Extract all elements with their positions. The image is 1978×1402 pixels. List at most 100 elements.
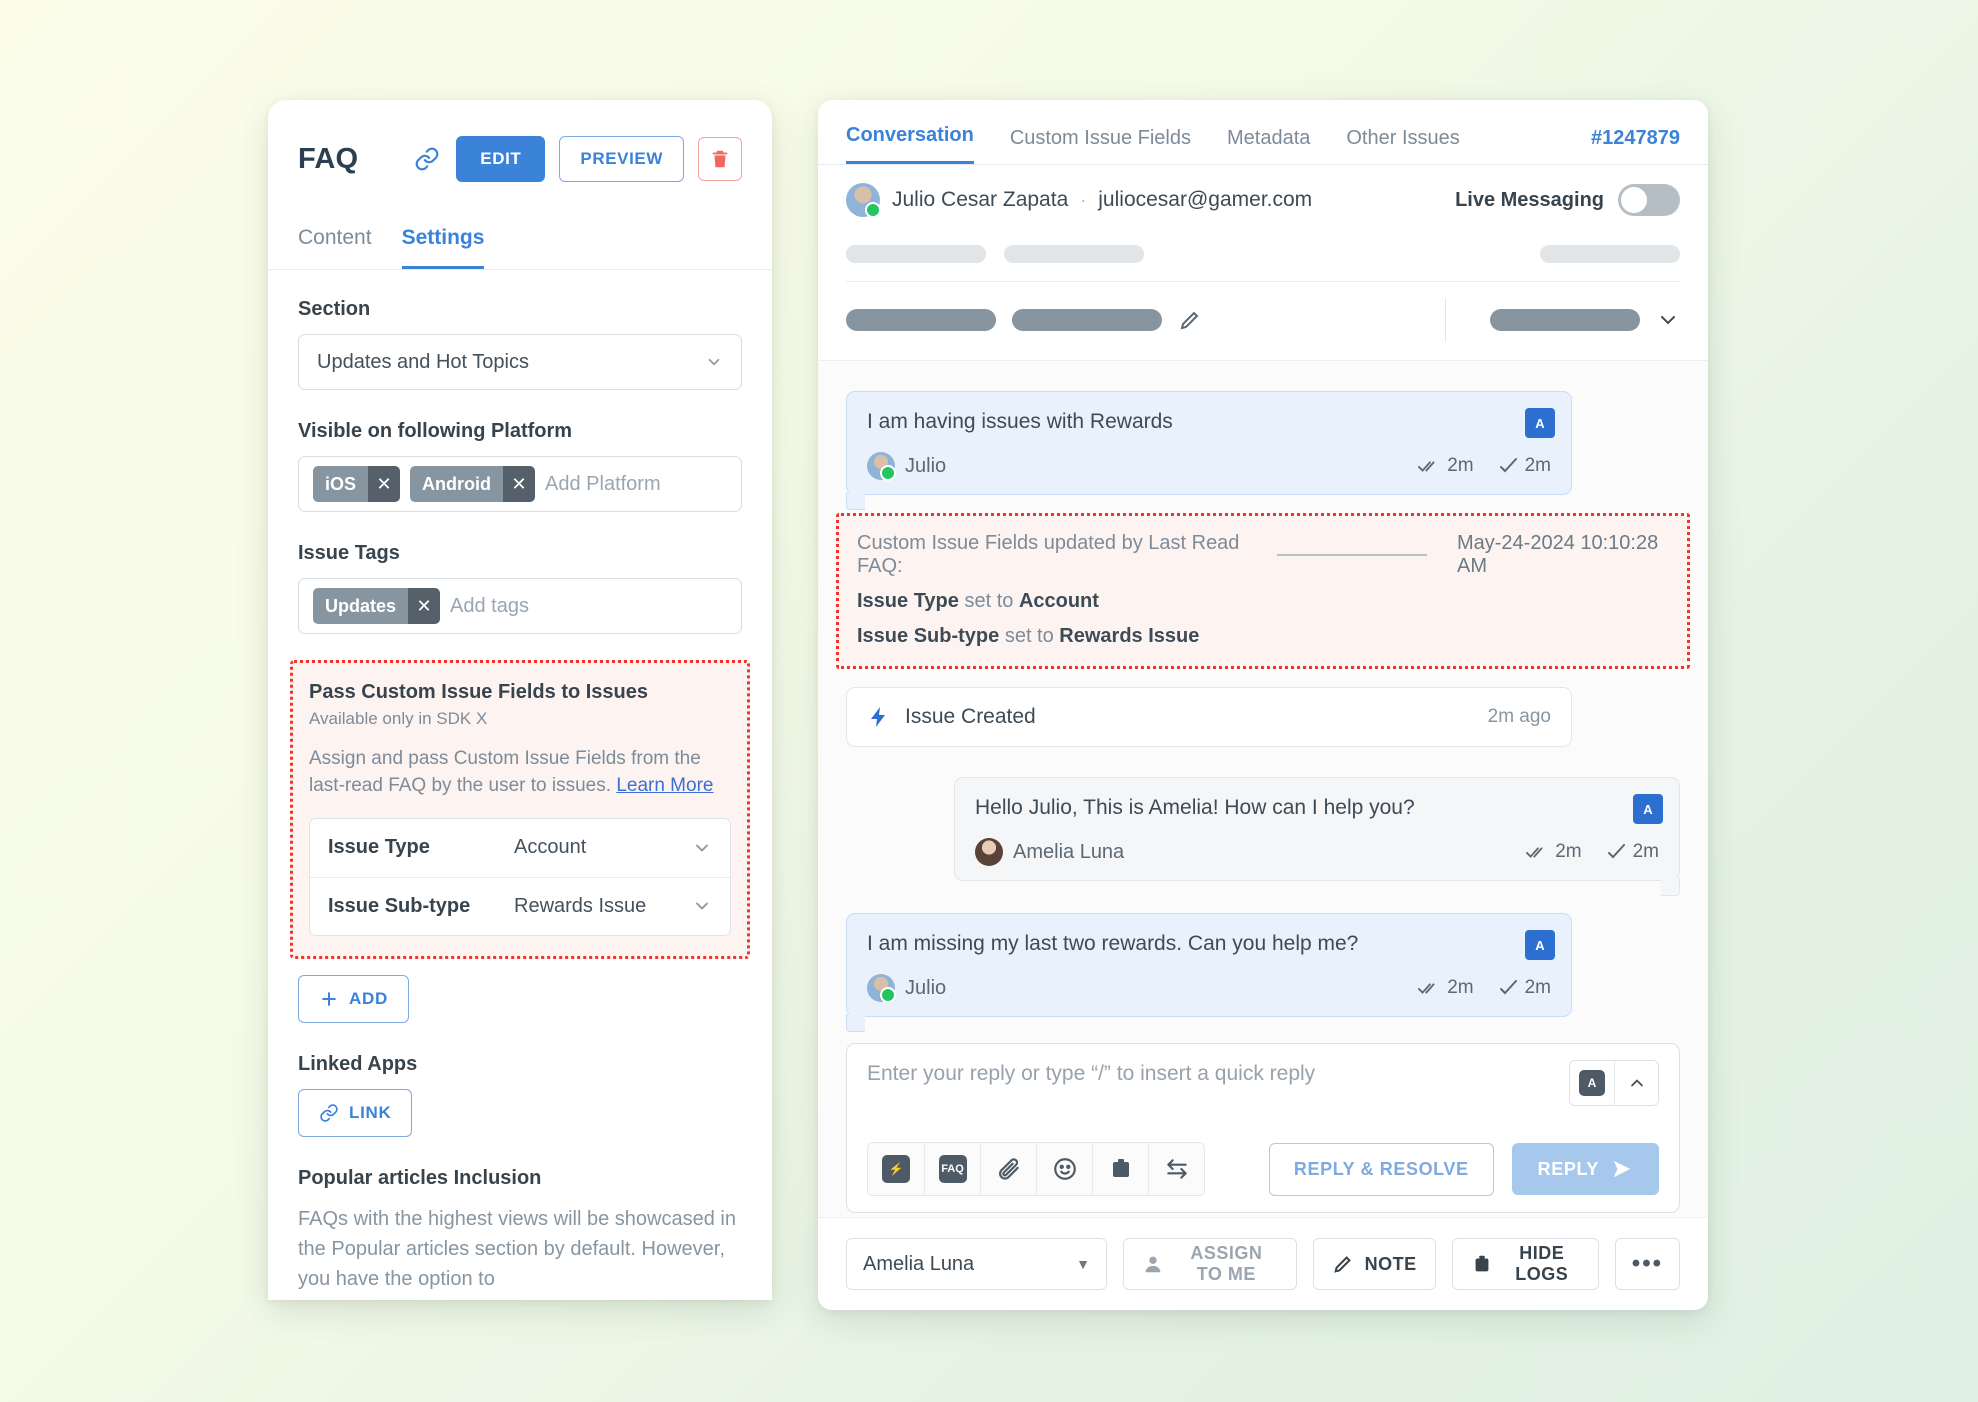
- translate-icon[interactable]: A: [1633, 794, 1663, 824]
- read-time: 2m: [1525, 455, 1551, 477]
- chip-label: iOS: [313, 466, 368, 502]
- live-messaging-label: Live Messaging: [1455, 189, 1604, 212]
- plus-icon: [319, 989, 339, 1009]
- canned-response-icon[interactable]: [1092, 1143, 1148, 1195]
- translate-icon[interactable]: A: [1525, 408, 1555, 438]
- quick-reply-icon[interactable]: ⚡: [868, 1143, 924, 1195]
- tab-other-issues[interactable]: Other Issues: [1346, 127, 1459, 164]
- chip-label: Updates: [313, 588, 408, 624]
- skeleton-bar: [1490, 309, 1640, 331]
- faq-settings-panel: FAQ EDIT PREVIEW Content Set: [268, 100, 772, 1300]
- message-text: I am missing my last two rewards. Can yo…: [867, 932, 1551, 956]
- trash-icon: [709, 148, 731, 170]
- popular-articles-body: FAQs with the highest views will be show…: [298, 1204, 742, 1294]
- tab-conversation[interactable]: Conversation: [846, 124, 974, 164]
- message-list[interactable]: I am having issues with Rewards A Julio …: [818, 360, 1708, 1217]
- translate-icon[interactable]: A: [1525, 930, 1555, 960]
- note-label: NOTE: [1365, 1254, 1417, 1275]
- chevron-down-icon[interactable]: [692, 896, 712, 916]
- hide-logs-button[interactable]: HIDE LOGS: [1452, 1238, 1599, 1290]
- pass-custom-issue-fields-callout: Pass Custom Issue Fields to Issues Avail…: [290, 660, 750, 959]
- delivered-time: 2m: [1555, 841, 1581, 863]
- link-button[interactable]: LINK: [298, 1089, 412, 1137]
- reply-button[interactable]: REPLY: [1512, 1143, 1659, 1195]
- chip-label: Android: [410, 466, 503, 502]
- reply-composer[interactable]: Enter your reply or type “/” to insert a…: [846, 1043, 1680, 1213]
- message-author: Julio: [905, 977, 946, 1000]
- double-check-icon: [1418, 458, 1440, 474]
- preview-button[interactable]: PREVIEW: [559, 136, 684, 182]
- check-icon: [1500, 980, 1518, 996]
- issue-tags-label: Issue Tags: [298, 542, 742, 565]
- close-icon[interactable]: ✕: [408, 588, 440, 624]
- live-messaging-toggle[interactable]: [1618, 184, 1680, 216]
- section-select[interactable]: Updates and Hot Topics: [298, 334, 742, 390]
- assignee-value: Amelia Luna: [863, 1253, 974, 1276]
- faq-icon[interactable]: FAQ: [924, 1143, 980, 1195]
- app-background: FAQ EDIT PREVIEW Content Set: [0, 0, 1978, 1402]
- delivered-time: 2m: [1447, 455, 1473, 477]
- delete-button[interactable]: [698, 137, 742, 181]
- note-button[interactable]: NOTE: [1313, 1238, 1436, 1290]
- issue-tags-chip-input[interactable]: Updates ✕ Add tags: [298, 578, 742, 634]
- logs-icon: [1471, 1253, 1493, 1275]
- add-button[interactable]: ADD: [298, 975, 409, 1023]
- edit-button[interactable]: EDIT: [456, 136, 545, 182]
- hide-logs-label: HIDE LOGS: [1504, 1243, 1580, 1285]
- link-button-label: LINK: [349, 1103, 391, 1123]
- composer-tool-group: ⚡ FAQ: [867, 1142, 1205, 1196]
- linked-apps-label: Linked Apps: [298, 1053, 742, 1076]
- read-status: 2m: [1608, 841, 1659, 863]
- message-status: 2m 2m: [1418, 977, 1551, 999]
- learn-more-link[interactable]: Learn More: [616, 775, 713, 796]
- double-check-icon: [1418, 980, 1440, 996]
- edit-pencil-icon[interactable]: [1178, 308, 1202, 332]
- tab-custom-issue-fields[interactable]: Custom Issue Fields: [1010, 127, 1191, 164]
- log-field-key: Issue Sub-type: [857, 625, 999, 647]
- double-check-icon: [1526, 844, 1548, 860]
- faq-panel-header: FAQ EDIT PREVIEW: [268, 100, 772, 182]
- conversation-tab-bar: Conversation Custom Issue Fields Metadat…: [818, 100, 1708, 165]
- table-row[interactable]: Issue Sub-type Rewards Issue: [310, 877, 730, 935]
- platform-chip-input[interactable]: iOS ✕ Android ✕ Add Platform: [298, 456, 742, 512]
- tab-metadata[interactable]: Metadata: [1227, 127, 1310, 164]
- read-time: 2m: [1633, 841, 1659, 863]
- attachment-icon[interactable]: [980, 1143, 1036, 1195]
- delivered-status: 2m: [1418, 977, 1473, 999]
- check-icon: [1500, 458, 1518, 474]
- reply-button-label: REPLY: [1538, 1159, 1599, 1180]
- chevron-up-icon[interactable]: [1614, 1061, 1658, 1105]
- composer-actions: ⚡ FAQ: [867, 1142, 1659, 1196]
- section-value: Updates and Hot Topics: [317, 351, 529, 374]
- faq-header-actions: EDIT PREVIEW: [412, 136, 742, 182]
- assign-to-me-button[interactable]: ASSIGN TO ME: [1123, 1238, 1297, 1290]
- emoji-icon[interactable]: [1036, 1143, 1092, 1195]
- close-icon[interactable]: ✕: [503, 466, 535, 502]
- table-row[interactable]: Issue Type Account: [310, 819, 730, 877]
- message-author: Amelia Luna: [1013, 841, 1124, 864]
- translate-icon[interactable]: A: [1570, 1061, 1614, 1105]
- link-icon[interactable]: [412, 144, 442, 174]
- callout-title: Pass Custom Issue Fields to Issues: [309, 681, 731, 704]
- ticket-number: #1247879: [1591, 127, 1680, 164]
- issue-created-time: 2m ago: [1488, 706, 1551, 728]
- delivered-status: 2m: [1418, 455, 1473, 477]
- assignee-select[interactable]: Amelia Luna ▼: [846, 1238, 1107, 1290]
- issue-tags-placeholder: Add tags: [450, 595, 529, 618]
- transfer-icon[interactable]: [1148, 1143, 1204, 1195]
- faq-tab-bar: Content Settings: [268, 226, 772, 270]
- tab-content[interactable]: Content: [298, 226, 372, 269]
- avatar: [975, 838, 1003, 866]
- message-footer: Amelia Luna 2m 2m: [975, 838, 1659, 866]
- tab-settings[interactable]: Settings: [402, 226, 485, 269]
- more-options-button[interactable]: •••: [1615, 1238, 1680, 1290]
- reply-and-resolve-button[interactable]: REPLY & RESOLVE: [1269, 1143, 1494, 1196]
- close-icon[interactable]: ✕: [368, 466, 400, 502]
- faq-settings-body: Section Updates and Hot Topics Visible o…: [268, 270, 772, 1294]
- skeleton-row-top: [846, 245, 1680, 263]
- customer-name: Julio Cesar Zapata: [892, 188, 1068, 212]
- chevron-down-icon[interactable]: [1656, 308, 1680, 332]
- reply-input[interactable]: Enter your reply or type “/” to insert a…: [867, 1062, 1659, 1086]
- bolt-icon: [867, 705, 891, 729]
- chevron-down-icon[interactable]: [692, 838, 712, 858]
